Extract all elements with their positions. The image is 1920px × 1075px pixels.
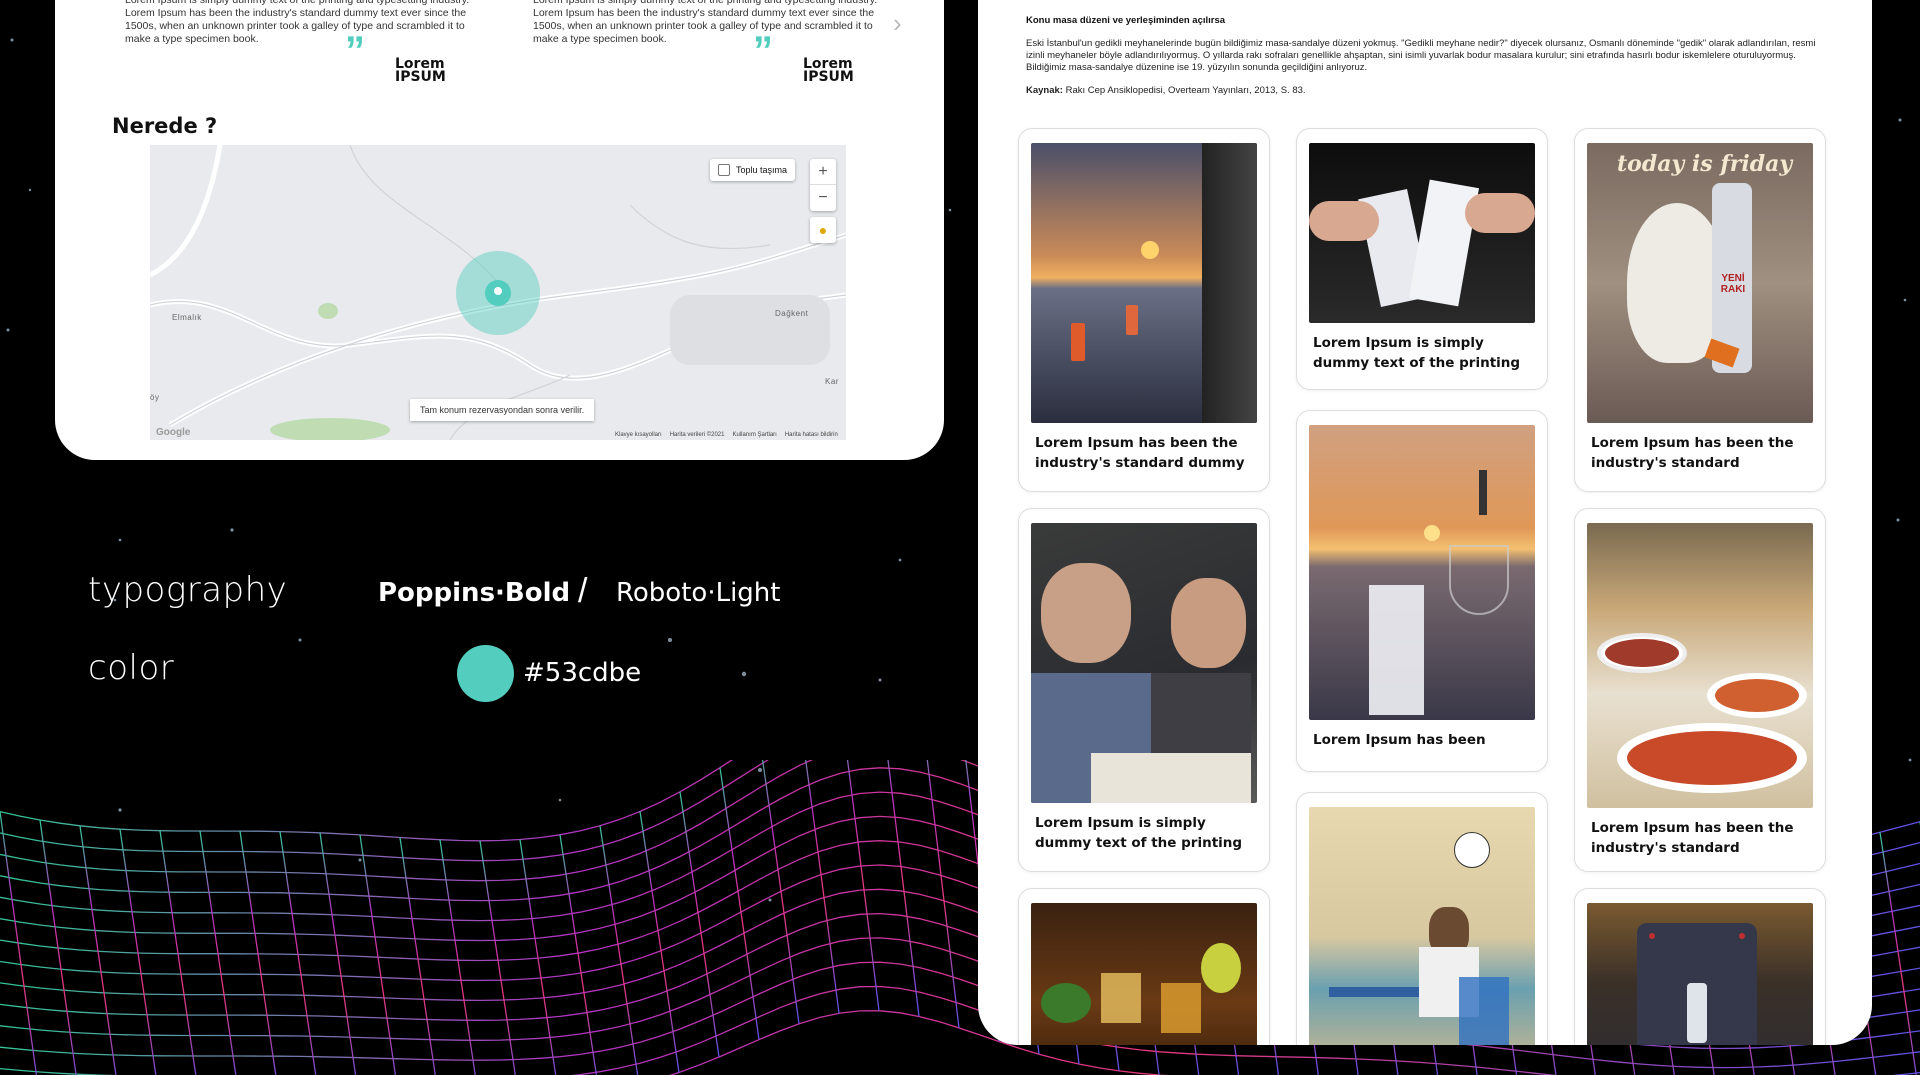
- mesh-line: [887, 760, 920, 1017]
- transit-label: Toplu taşıma: [736, 165, 788, 175]
- gallery-caption: Lorem Ipsum has been the industry's stan…: [1591, 820, 1794, 856]
- mesh-line: [639, 811, 680, 1073]
- color-hex: #53cdbe: [523, 658, 642, 688]
- map-footer-link: Harita verileri ©2021: [669, 432, 725, 438]
- zoom-controls: + −: [810, 159, 836, 211]
- quote-close-icon: ”: [753, 29, 773, 73]
- zoom-out-button[interactable]: −: [810, 185, 836, 211]
- article-source: Kaynak: Rakı Cep Ansiklopedisi, Overteam…: [1026, 85, 1306, 96]
- mesh-line: [239, 831, 277, 1075]
- testimonial-1: “ Lorem Ipsum is simply dummy text of th…: [101, 0, 485, 84]
- testimonial-text: Lorem Ipsum is simply dummy text of the …: [533, 0, 878, 45]
- mesh-line: [199, 830, 237, 1075]
- location-map[interactable]: Elmalık Dağkent Kar öy Toplu taşıma + − …: [150, 145, 846, 440]
- location-heading: Nerede ?: [112, 114, 218, 138]
- mesh-line: [599, 825, 639, 1075]
- photo-sunset-terrace: [1031, 143, 1257, 423]
- map-footer-link[interactable]: Harita hatası bildirin: [785, 432, 838, 438]
- gallery-caption: Lorem Ipsum has been: [1313, 732, 1486, 748]
- photo-meze-plates: [1587, 523, 1813, 808]
- map-place-label: Dağkent: [775, 309, 809, 318]
- mesh-line: [679, 791, 720, 1058]
- poster-brand: YENİ RAKI: [1720, 273, 1746, 295]
- gallery-card[interactable]: Lorem Ipsum has been the industry's stan…: [1018, 128, 1270, 492]
- gallery-caption: Lorem Ipsum has been the industry's stan…: [1591, 435, 1794, 471]
- article-title: Konu masa düzeni ve yerleşiminden açılır…: [1026, 15, 1226, 26]
- gallery-card[interactable]: Lorem Ipsum is simply dummy text of the …: [1296, 128, 1548, 390]
- map-footer-link[interactable]: Kullanım Şartları: [732, 432, 776, 438]
- map-footer-link[interactable]: Klavye kısayolları: [615, 432, 662, 438]
- mesh-line: [159, 830, 197, 1075]
- gallery-card[interactable]: [1296, 792, 1548, 1045]
- photo-toast-glasses: [1309, 143, 1535, 323]
- mesh-line: [719, 767, 760, 1040]
- gallery-card[interactable]: Lorem Ipsum is simply dummy text of the …: [1018, 508, 1270, 872]
- map-place-label: Elmalık: [172, 313, 202, 322]
- photo-vintage-men: [1031, 523, 1257, 803]
- mesh-line: [319, 832, 357, 1075]
- source-label: Kaynak:: [1026, 85, 1063, 96]
- font-separator: /: [578, 572, 588, 610]
- google-logo: Google: [156, 427, 191, 438]
- map-place-label: Kar: [825, 377, 839, 386]
- gallery-card[interactable]: today is friday YENİ RAKI Lorem Ipsum ha…: [1574, 128, 1826, 492]
- testimonial-text: Lorem Ipsum is simply dummy text of the …: [125, 0, 470, 45]
- testimonial-author: Lorem IPSUM: [395, 56, 446, 85]
- source-text: Rakı Cep Ansiklopedisi, Overteam Yayınla…: [1065, 85, 1306, 96]
- location-note: Tam konum rezervasyondan sonra verilir.: [410, 399, 595, 421]
- gallery-card[interactable]: [1574, 888, 1826, 1045]
- photo-drinks-fruits: [1031, 903, 1257, 1045]
- transit-toggle[interactable]: Toplu taşıma: [710, 159, 796, 181]
- gallery-card[interactable]: Lorem Ipsum has been the industry's stan…: [1574, 508, 1826, 872]
- quote-close-icon: ”: [345, 29, 365, 73]
- listing-preview-card: “ Lorem Ipsum is simply dummy text of th…: [55, 0, 944, 460]
- photo-sunset-raki-glass: [1309, 425, 1535, 720]
- testimonial-2: “ Lorem Ipsum is simply dummy text of th…: [509, 0, 893, 84]
- color-label: color: [88, 648, 175, 688]
- photo-apron-bottle: [1587, 903, 1813, 1045]
- map-roads: [150, 145, 846, 440]
- gallery-card[interactable]: Lorem Ipsum has been: [1296, 410, 1548, 772]
- poster-title: today is friday: [1617, 151, 1793, 177]
- carousel-next-icon[interactable]: ›: [893, 8, 902, 39]
- gallery-caption: Lorem Ipsum is simply dummy text of the …: [1313, 335, 1521, 371]
- typography-label: typography: [88, 570, 288, 610]
- photo-illustration-man-table: [1309, 807, 1535, 1045]
- gallery-page-card: Konu masa düzeni ve yerleşiminden açılır…: [978, 0, 1872, 1045]
- font-primary: Poppins·Bold: [378, 578, 571, 608]
- gallery-card[interactable]: [1018, 888, 1270, 1045]
- mesh-line: [926, 760, 960, 1028]
- map-place-label: öy: [150, 393, 160, 402]
- photo-today-is-friday-poster: today is friday YENİ RAKI: [1587, 143, 1813, 423]
- street-view-pegman-icon[interactable]: ●: [810, 217, 836, 243]
- font-secondary: Roboto·Light: [616, 578, 781, 608]
- article-body: Eski İstanbul'un gedikli meyhanelerinde …: [1026, 38, 1816, 73]
- testimonial-author: Lorem IPSUM: [803, 56, 854, 85]
- gallery-caption: Lorem Ipsum has been the industry's stan…: [1035, 435, 1245, 471]
- gallery-caption: Lorem Ipsum is simply dummy text of the …: [1035, 815, 1243, 851]
- mesh-line: [805, 760, 840, 1014]
- map-footer: Klavye kısayolları Harita verileri ©2021…: [615, 432, 838, 438]
- color-swatch: [457, 645, 514, 702]
- mesh-line: [279, 831, 317, 1075]
- transit-checkbox[interactable]: [718, 164, 730, 176]
- mesh-line: [846, 760, 880, 1011]
- zoom-in-button[interactable]: +: [810, 159, 836, 185]
